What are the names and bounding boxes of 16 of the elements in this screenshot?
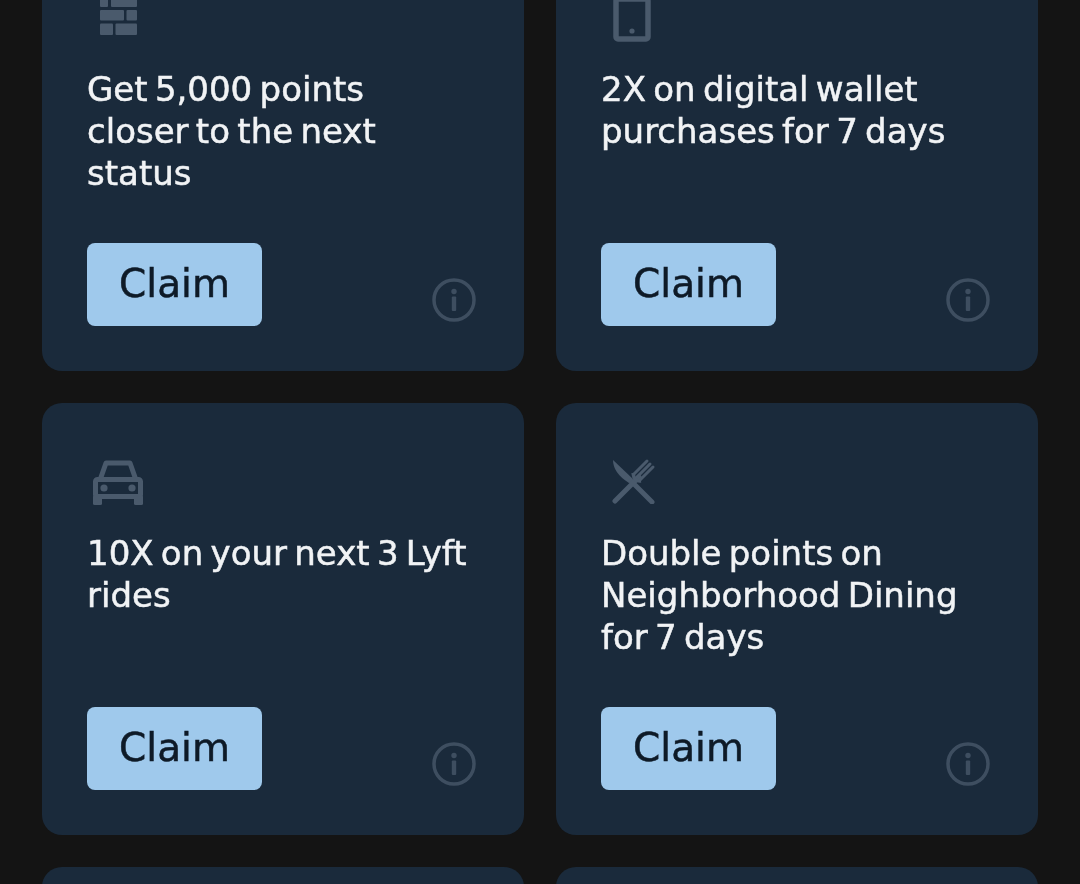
phone-icon: [613, 0, 651, 42]
claim-button[interactable]: Claim: [601, 243, 776, 326]
claim-button[interactable]: Claim: [87, 243, 262, 326]
car-icon: [93, 460, 143, 505]
claim-button[interactable]: Claim: [601, 707, 776, 790]
claim-button[interactable]: Claim: [87, 707, 262, 790]
info-icon[interactable]: [432, 742, 476, 786]
info-icon[interactable]: [946, 742, 990, 786]
offer-title: 2X on digital wallet purchases for 7 days: [601, 68, 947, 152]
brick-wall-icon: [100, 0, 137, 35]
offer-title: Get 5,000 points closer to the next status: [87, 68, 377, 194]
info-icon[interactable]: [432, 278, 476, 322]
offer-title: Double points on Neighborhood Dining for 7 days: [601, 532, 959, 658]
offer-title: 10X on your next 3 Lyft rides: [87, 532, 468, 616]
fork-and-knife-icon: [610, 458, 656, 504]
info-icon[interactable]: [946, 278, 990, 322]
